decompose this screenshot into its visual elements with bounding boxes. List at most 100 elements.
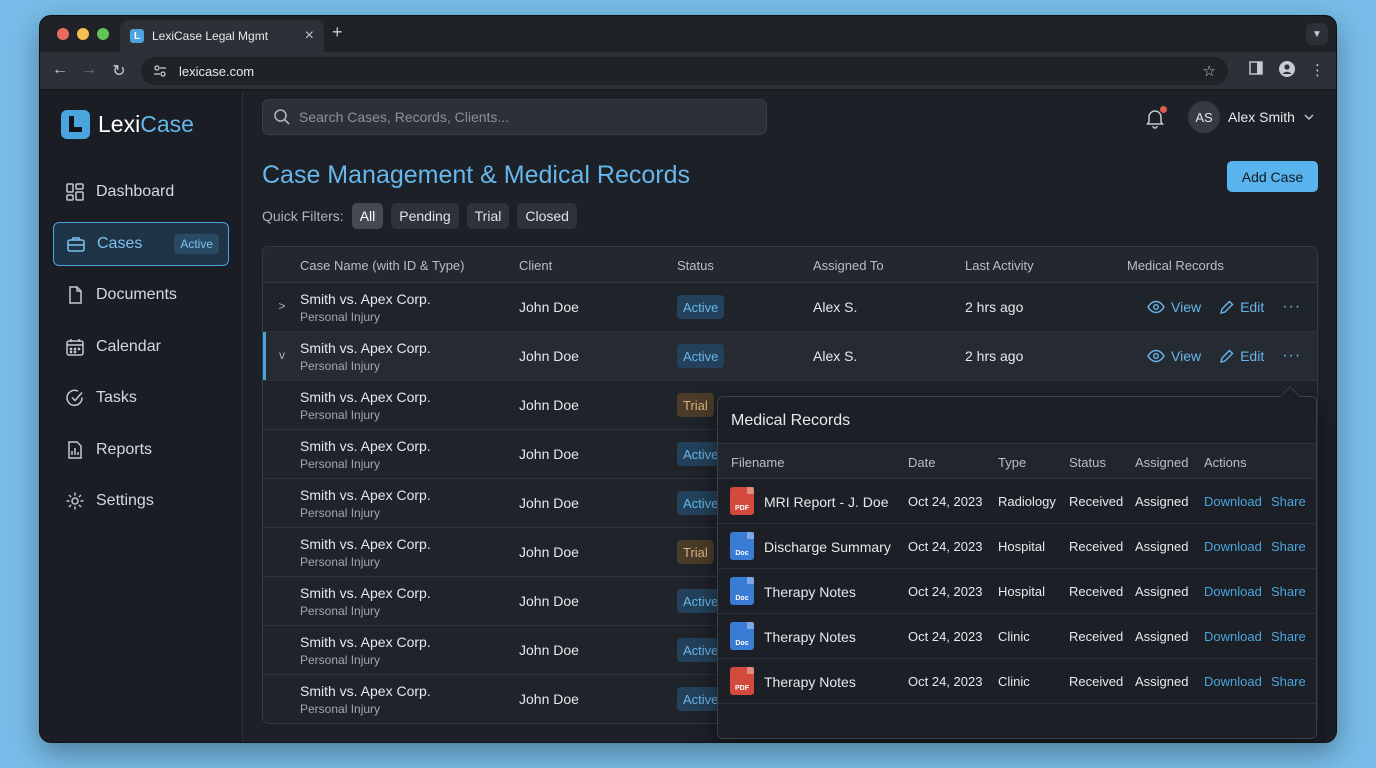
browser-menu-icon[interactable]: ⋮ [1310, 61, 1325, 79]
sidebar-item-label: Calendar [96, 337, 161, 355]
minimize-window-button[interactable] [77, 28, 89, 40]
record-filename[interactable]: MRI Report - J. Doe [764, 494, 888, 510]
case-name[interactable]: Smith vs. Apex Corp. [300, 487, 431, 503]
search-icon [274, 109, 290, 125]
sidebar-item-calendar[interactable]: Calendar [53, 325, 229, 369]
record-filename[interactable]: Therapy Notes [764, 674, 856, 690]
chevron-down-icon [1304, 114, 1314, 120]
column-header[interactable]: Assigned To [813, 258, 884, 273]
quick-filters: Quick Filters: All Pending Trial Closed [262, 203, 577, 229]
case-name[interactable]: Smith vs. Apex Corp. [300, 340, 431, 356]
download-link[interactable]: Download [1204, 539, 1262, 554]
case-name[interactable]: Smith vs. Apex Corp. [300, 389, 431, 405]
case-name[interactable]: Smith vs. Apex Corp. [300, 438, 431, 454]
sidebar-item-tasks[interactable]: Tasks [53, 376, 229, 420]
record-filename[interactable]: Therapy Notes [764, 584, 856, 600]
site-settings-icon[interactable] [153, 64, 167, 78]
row-actions: View Edit ··· [1147, 347, 1301, 365]
share-link[interactable]: Share [1271, 584, 1306, 599]
filter-pending[interactable]: Pending [391, 203, 459, 229]
more-options-icon[interactable]: ··· [1282, 298, 1301, 316]
case-type: Personal Injury [300, 604, 381, 618]
pencil-icon [1220, 349, 1234, 363]
browser-tab[interactable]: L LexiCase Legal Mgmt × [120, 20, 324, 52]
edit-button[interactable]: Edit [1219, 348, 1264, 364]
chevron-right-icon[interactable]: > [275, 299, 289, 313]
share-link[interactable]: Share [1271, 674, 1306, 689]
case-name[interactable]: Smith vs. Apex Corp. [300, 291, 431, 307]
case-type: Personal Injury [300, 310, 381, 324]
column-header[interactable]: Status [677, 258, 714, 273]
download-link[interactable]: Download [1204, 494, 1262, 509]
search-bar[interactable]: Search Cases, Records, Clients... [262, 99, 767, 135]
more-options-icon[interactable]: ··· [1282, 347, 1301, 365]
record-type: Hospital [998, 584, 1045, 599]
filter-closed[interactable]: Closed [517, 203, 577, 229]
sidebar-item-dashboard[interactable]: Dashboard [53, 170, 229, 214]
tab-search-icon[interactable]: ▼ [1306, 23, 1328, 45]
download-link[interactable]: Download [1204, 674, 1262, 689]
column-header[interactable]: Case Name (with ID & Type) [300, 258, 464, 273]
column-header[interactable]: Last Activity [965, 258, 1034, 273]
add-case-button[interactable]: Add Case [1227, 161, 1318, 192]
view-button[interactable]: View [1147, 348, 1201, 364]
record-status: Received [1069, 674, 1124, 689]
edit-button[interactable]: Edit [1219, 299, 1264, 315]
download-link[interactable]: Download [1204, 629, 1262, 644]
case-name[interactable]: Smith vs. Apex Corp. [300, 585, 431, 601]
client-name: John Doe [519, 348, 579, 364]
column-header[interactable]: Medical Records [1127, 258, 1224, 273]
share-link[interactable]: Share [1271, 539, 1306, 554]
forward-icon[interactable]: → [80, 61, 98, 79]
record-assigned: Assigned [1135, 584, 1189, 599]
sidebar-item-cases[interactable]: Cases Active [53, 221, 229, 266]
chevron-down-icon[interactable]: v [275, 348, 289, 362]
record-type: Clinic [998, 629, 1030, 644]
case-type: Personal Injury [300, 359, 381, 373]
sidebar-item-settings[interactable]: Settings [53, 479, 229, 523]
sidebar-item-reports[interactable]: Reports [53, 428, 229, 472]
reload-icon[interactable]: ↻ [110, 61, 128, 81]
close-window-button[interactable] [57, 28, 69, 40]
new-tab-icon[interactable]: + [332, 22, 343, 43]
column-header[interactable]: Client [519, 258, 552, 273]
table-row-expanded[interactable]: v Smith vs. Apex Corp. Personal Injury J… [263, 332, 1317, 381]
status-badge: Trial [677, 393, 714, 417]
notification-bell-icon[interactable] [1144, 106, 1168, 131]
case-name[interactable]: Smith vs. Apex Corp. [300, 683, 431, 699]
client-name: John Doe [519, 299, 579, 315]
records-table-header: Filename Date Type Status Assigned Actio… [718, 443, 1316, 479]
avatar: AS [1188, 101, 1220, 133]
share-link[interactable]: Share [1271, 494, 1306, 509]
view-button[interactable]: View [1147, 299, 1201, 315]
case-name[interactable]: Smith vs. Apex Corp. [300, 634, 431, 650]
record-filename[interactable]: Discharge Summary [764, 539, 891, 555]
sidebar-toggle-icon[interactable] [1249, 61, 1263, 79]
medical-records-popover: Medical Records Filename Date Type Statu… [717, 396, 1317, 739]
sidebar-item-documents[interactable]: Documents [53, 273, 229, 317]
record-filename[interactable]: Therapy Notes [764, 629, 856, 645]
close-tab-icon[interactable]: × [305, 28, 314, 44]
profile-icon[interactable] [1279, 61, 1295, 81]
bookmark-star-icon[interactable]: ☆ [1203, 62, 1216, 80]
logo[interactable]: LexiCase [61, 110, 194, 139]
client-name: John Doe [519, 446, 579, 462]
case-name[interactable]: Smith vs. Apex Corp. [300, 536, 431, 552]
case-type: Personal Injury [300, 408, 381, 422]
back-icon[interactable]: ← [51, 61, 69, 79]
record-status: Received [1069, 539, 1124, 554]
record-type: Clinic [998, 674, 1030, 689]
user-menu[interactable]: AS Alex Smith [1188, 101, 1315, 133]
client-name: John Doe [519, 544, 579, 560]
filter-trial[interactable]: Trial [466, 203, 510, 229]
last-activity: 2 hrs ago [965, 348, 1024, 364]
case-type: Personal Injury [300, 506, 381, 520]
assigned-to: Alex S. [813, 348, 858, 364]
share-link[interactable]: Share [1271, 629, 1306, 644]
filter-all[interactable]: All [351, 203, 384, 229]
address-bar[interactable]: lexicase.com ☆ [141, 57, 1228, 85]
maximize-window-button[interactable] [97, 28, 109, 40]
table-row[interactable]: > Smith vs. Apex Corp. Personal Injury J… [263, 283, 1317, 332]
download-link[interactable]: Download [1204, 584, 1262, 599]
sidebar-nav: Dashboard Cases Active Documents Calenda… [53, 170, 229, 531]
